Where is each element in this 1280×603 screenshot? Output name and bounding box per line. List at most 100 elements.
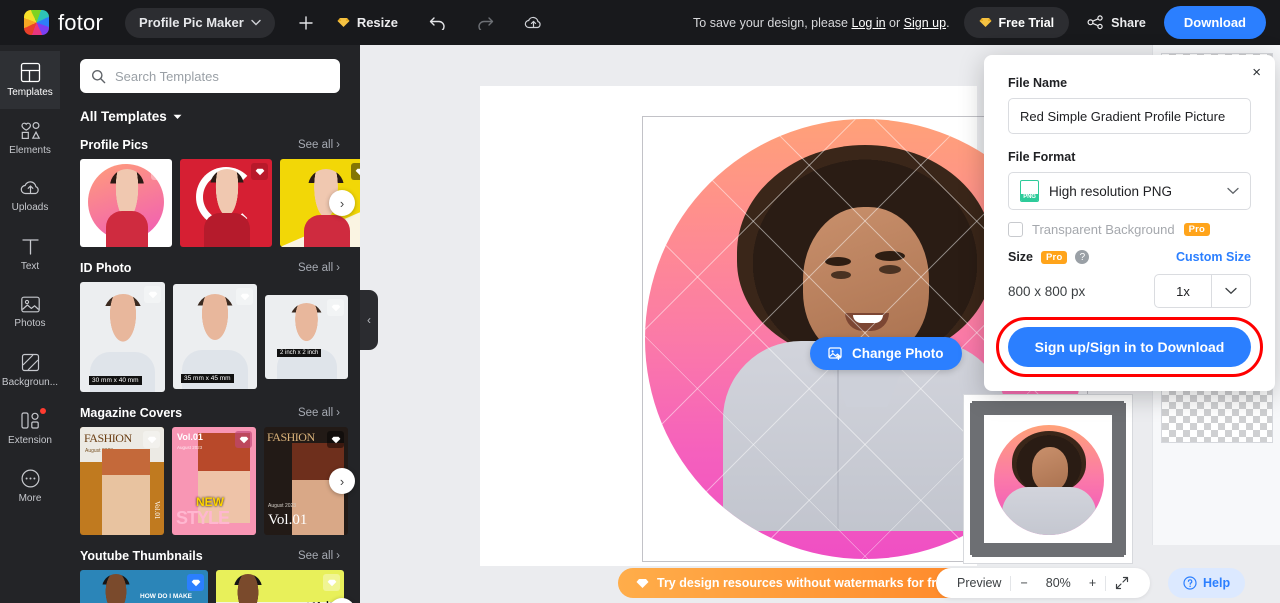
more-icon (20, 468, 41, 489)
magazine-accent-text-2: STYLE (176, 508, 229, 529)
file-name-label: File Name (1008, 76, 1251, 90)
fotor-editor-window: fotor Profile Pic Maker Resize (0, 0, 1280, 603)
see-all-magazine-covers[interactable]: See all› (298, 407, 340, 419)
fit-screen-icon (1115, 576, 1129, 590)
signup-signin-to-download-button[interactable]: Sign up/Sign in to Download (1008, 327, 1251, 367)
login-link[interactable]: Log in (852, 16, 886, 30)
brand-logo[interactable]: fotor (24, 10, 103, 36)
thumb-row-profile-pics: › (60, 159, 360, 247)
carousel-next-magazine[interactable]: › (329, 468, 355, 494)
text-icon (20, 236, 41, 257)
free-trial-button[interactable]: Free Trial (964, 7, 1070, 38)
help-question-icon[interactable]: ? (1075, 250, 1089, 264)
file-name-input[interactable] (1008, 98, 1251, 134)
magazine-side-text: Vol.01 (153, 501, 161, 519)
resize-button[interactable]: Resize (337, 15, 398, 30)
add-page-button[interactable] (291, 8, 321, 38)
doc-type-selector[interactable]: Profile Pic Maker (125, 8, 275, 38)
template-card[interactable]: FASHION August 2023 Vol.01 (80, 427, 164, 535)
share-icon (1087, 15, 1104, 30)
sidebar-item-elements[interactable]: Elements (0, 109, 60, 167)
sidebar-label-text: Text (21, 262, 39, 272)
share-button[interactable]: Share (1087, 15, 1146, 30)
template-card[interactable]: Vol.01 August 2023 NEW STYLE (172, 427, 256, 535)
preview-avatar (994, 425, 1104, 535)
signup-link[interactable]: Sign up (904, 16, 946, 30)
file-format-value: High resolution PNG (1049, 184, 1217, 199)
top-header: fotor Profile Pic Maker Resize (0, 0, 1280, 45)
template-card[interactable] (180, 159, 272, 247)
see-all-id-photo[interactable]: See all› (298, 262, 340, 274)
sidebar-item-uploads[interactable]: Uploads (0, 167, 60, 225)
template-card[interactable]: How do I Make (216, 570, 344, 603)
section-title: Youtube Thumbnails (80, 549, 203, 563)
background-icon (20, 352, 41, 373)
fit-screen-button[interactable] (1106, 576, 1138, 590)
collapse-panel-button[interactable]: ‹ (360, 290, 378, 350)
uploads-icon (20, 179, 41, 198)
help-button[interactable]: Help (1168, 568, 1245, 598)
template-card[interactable]: 35 mm x 45 mm (173, 284, 257, 389)
see-all-profile-pics[interactable]: See all› (298, 139, 340, 151)
sidebar-label-extension: Extension (8, 436, 52, 446)
pro-badge-icon (236, 288, 253, 305)
promo-banner-button[interactable]: Try design resources without watermarks … (618, 568, 968, 598)
pro-badge-icon (327, 431, 344, 448)
zoom-level-value[interactable]: 80% (1037, 576, 1080, 590)
search-input[interactable] (115, 69, 329, 84)
see-all-label: See all (298, 407, 333, 419)
zoom-in-button[interactable]: + (1080, 576, 1105, 590)
close-icon[interactable]: × (1252, 65, 1261, 80)
redo-button[interactable] (470, 8, 500, 38)
template-card[interactable]: HOW DO I MAKE (80, 570, 208, 603)
section-header-profile-pics: Profile Pics See all› (80, 138, 340, 152)
design-canvas[interactable]: Change Photo (480, 86, 977, 566)
save-prompt-suffix: . (946, 16, 949, 30)
magazine-title: FASHION (267, 430, 315, 445)
carousel-next-profile-pics[interactable]: › (329, 190, 355, 216)
custom-size-link[interactable]: Custom Size (1176, 250, 1251, 264)
preview-button[interactable]: Preview (948, 576, 1010, 590)
see-all-label: See all (298, 262, 333, 274)
change-photo-button[interactable]: Change Photo (810, 337, 962, 370)
file-format-select[interactable]: PNG High resolution PNG (1008, 172, 1251, 210)
magazine-accent-text: NEW (196, 495, 224, 509)
transparent-background-row[interactable]: Transparent Background Pro (1008, 222, 1251, 237)
download-button[interactable]: Download (1164, 6, 1266, 39)
preview-frame-right (1112, 403, 1126, 555)
id-size-label: 35 mm x 45 mm (181, 374, 234, 383)
pro-badge-icon (235, 431, 252, 448)
transparent-background-checkbox[interactable] (1008, 222, 1023, 237)
sidebar-item-text[interactable]: Text (0, 225, 60, 283)
sidebar-label-templates: Templates (7, 88, 53, 98)
sidebar-item-backgrounds[interactable]: Backgroun... (0, 341, 60, 399)
search-templates-box[interactable] (80, 59, 340, 93)
zoom-out-button[interactable]: − (1011, 576, 1036, 590)
all-templates-filter[interactable]: All Templates (80, 109, 360, 124)
sidebar-item-extension[interactable]: Extension (0, 399, 60, 457)
preview-frame-bottom (972, 543, 1124, 557)
preview-frame-top (972, 401, 1124, 415)
sidebar-item-templates[interactable]: Templates (0, 51, 60, 109)
change-photo-icon (828, 346, 844, 361)
cloud-save-button[interactable] (518, 8, 548, 38)
history-controls (416, 8, 548, 38)
preview-thumbnail-card[interactable] (963, 394, 1133, 564)
thumb-row-youtube: HOW DO I MAKE How do I Make › (60, 570, 360, 603)
section-header-id-photo: ID Photo See all› (80, 261, 340, 275)
template-card[interactable]: 30 mm x 40 mm (80, 282, 165, 392)
undo-button[interactable] (422, 8, 452, 38)
pro-badge-icon (151, 163, 168, 180)
template-card[interactable]: 2 inch x 2 inch (265, 295, 348, 379)
see-all-youtube[interactable]: See all› (298, 550, 340, 562)
scale-dropdown-arrow[interactable] (1211, 275, 1250, 307)
template-card[interactable] (80, 159, 172, 247)
sidebar-item-more[interactable]: More (0, 457, 60, 515)
size-value-row: 800 x 800 px 1x (1008, 274, 1251, 308)
magazine-title: FASHION (84, 431, 132, 446)
help-circle-icon (1183, 576, 1197, 590)
sidebar-item-photos[interactable]: Photos (0, 283, 60, 341)
scale-select[interactable]: 1x (1154, 274, 1251, 308)
size-value: 800 x 800 px (1008, 284, 1085, 299)
preview-frame-left (970, 403, 984, 555)
